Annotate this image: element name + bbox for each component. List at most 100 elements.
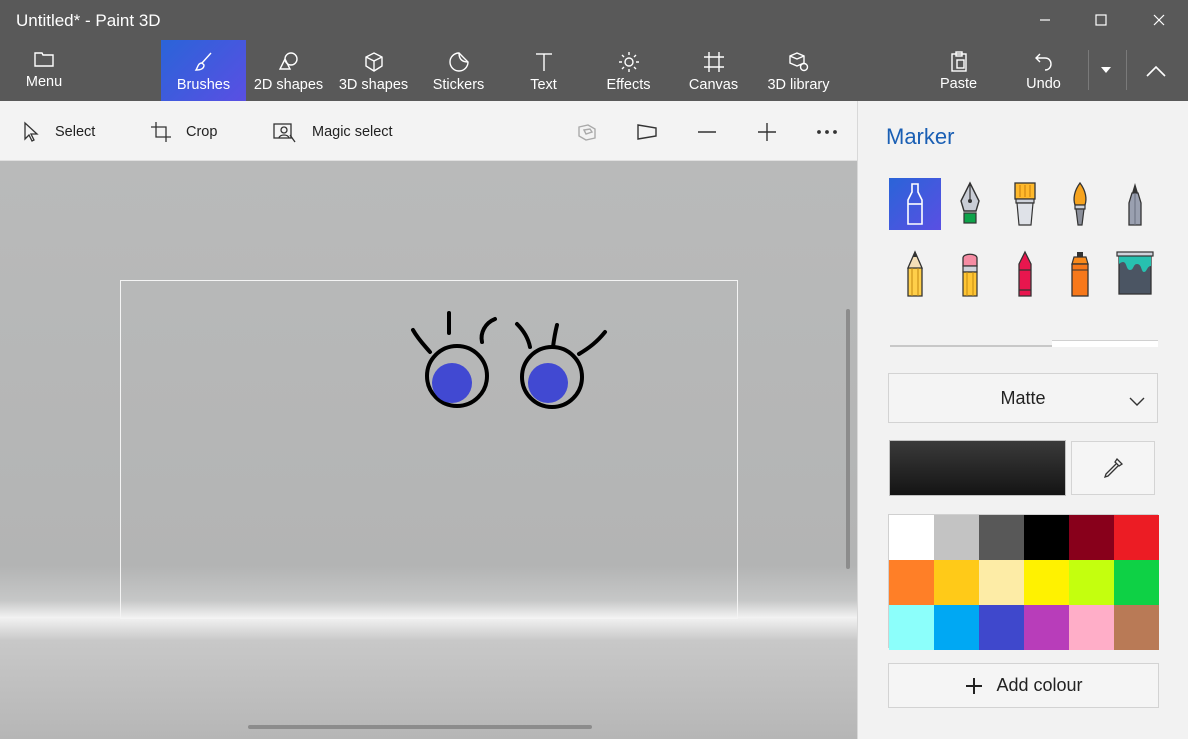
- right-eye-pupil: [528, 363, 568, 403]
- tab-3d-library[interactable]: 3D library: [756, 40, 841, 101]
- pencil-icon: [907, 250, 923, 297]
- 3d-view-icon: [578, 124, 596, 141]
- color-swatch[interactable]: [934, 560, 979, 605]
- tab-label: Brushes: [176, 77, 231, 93]
- minimize-button[interactable]: [1016, 0, 1074, 40]
- calligraphy-pen-brush[interactable]: [944, 178, 996, 230]
- tab-brushes[interactable]: Brushes: [161, 40, 246, 101]
- spray-can-brush[interactable]: [1054, 248, 1106, 300]
- eraser-icon: [962, 253, 978, 297]
- vertical-scrollbar[interactable]: [846, 309, 850, 569]
- select-arrow-icon: [24, 121, 39, 142]
- maximize-button[interactable]: [1072, 0, 1130, 40]
- menu-button[interactable]: Menu: [0, 40, 88, 101]
- watercolor-brush[interactable]: [1054, 178, 1106, 230]
- tab-canvas[interactable]: Canvas: [671, 40, 756, 101]
- lash-stroke: [515, 322, 532, 349]
- 3d-view-button[interactable]: [574, 119, 600, 145]
- pixel-pen-icon: [1128, 183, 1142, 226]
- chevron-up-icon: [1146, 65, 1166, 77]
- pencil-brush[interactable]: [889, 248, 941, 300]
- plus-icon: [966, 677, 983, 694]
- color-swatch[interactable]: [889, 605, 934, 650]
- canvas-icon: [703, 52, 724, 72]
- caret-down-icon: [1101, 67, 1111, 73]
- crayon-brush[interactable]: [999, 248, 1051, 300]
- workspace[interactable]: [0, 161, 857, 739]
- eraser-brush[interactable]: [944, 248, 996, 300]
- color-swatch[interactable]: [889, 560, 934, 605]
- color-swatch[interactable]: [934, 605, 979, 650]
- color-swatch[interactable]: [1069, 605, 1114, 650]
- tab-label: Stickers: [432, 77, 485, 93]
- perspective-button[interactable]: [634, 119, 660, 145]
- magic-select-icon: [273, 123, 296, 143]
- color-swatch[interactable]: [1069, 560, 1114, 605]
- left-eye-pupil: [432, 363, 472, 403]
- marker-brush[interactable]: [889, 178, 941, 230]
- tab-2d-shapes[interactable]: 2D shapes: [246, 40, 331, 101]
- brush-icon: [194, 52, 212, 71]
- current-color-swatch[interactable]: [889, 440, 1066, 496]
- sub-toolbar: Select Crop Magic select: [0, 101, 857, 161]
- oil-brush-icon: [1014, 182, 1036, 226]
- horizontal-scrollbar[interactable]: [248, 725, 592, 729]
- color-swatch[interactable]: [1024, 560, 1069, 605]
- slider-tab[interactable]: [1052, 340, 1158, 347]
- finish-dropdown[interactable]: Matte: [888, 373, 1158, 423]
- collapse-toolbar-button[interactable]: [1140, 58, 1172, 84]
- pixel-pen-brush[interactable]: [1109, 178, 1161, 230]
- eyedropper-button[interactable]: [1071, 441, 1155, 495]
- color-swatch[interactable]: [1024, 515, 1069, 560]
- add-colour-button[interactable]: Add colour: [888, 663, 1159, 708]
- minus-icon: [698, 131, 716, 133]
- color-swatch[interactable]: [979, 605, 1024, 650]
- tab-label: Canvas: [688, 77, 739, 93]
- add-colour-label: Add colour: [996, 675, 1083, 695]
- select-label: Select: [55, 124, 96, 140]
- more-options-button[interactable]: [814, 119, 840, 145]
- tab-effects[interactable]: Effects: [586, 40, 671, 101]
- paint-bucket-icon: [1116, 251, 1154, 295]
- crop-label: Crop: [186, 124, 218, 140]
- select-button[interactable]: Select: [21, 119, 95, 145]
- oil-brush[interactable]: [999, 178, 1051, 230]
- color-swatch[interactable]: [934, 515, 979, 560]
- color-swatch[interactable]: [979, 515, 1024, 560]
- calligraphy-pen-icon: [960, 181, 980, 224]
- close-icon: [1153, 14, 1165, 26]
- crop-button[interactable]: Crop: [150, 119, 217, 145]
- tab-stickers[interactable]: Stickers: [416, 40, 501, 101]
- undo-button[interactable]: Undo: [1001, 40, 1086, 101]
- undo-dropdown-button[interactable]: [1094, 60, 1118, 80]
- color-swatch[interactable]: [1024, 605, 1069, 650]
- top-bar: Untitled* - Paint 3D Menu Brushes 2D sha…: [0, 0, 1188, 101]
- perspective-icon: [637, 124, 657, 140]
- zoom-out-button[interactable]: [694, 119, 720, 145]
- tab-3d-shapes[interactable]: 3D shapes: [331, 40, 416, 101]
- zoom-in-button[interactable]: [754, 119, 780, 145]
- color-swatch[interactable]: [979, 560, 1024, 605]
- tab-text[interactable]: Text: [501, 40, 586, 101]
- color-swatch[interactable]: [1114, 560, 1159, 605]
- color-swatch[interactable]: [889, 515, 934, 560]
- color-swatch[interactable]: [1114, 605, 1159, 650]
- magic-select-label: Magic select: [312, 124, 393, 140]
- watercolor-icon: [1073, 181, 1087, 226]
- 2d-shapes-icon: [278, 52, 298, 70]
- finish-dropdown-value: Matte: [1000, 387, 1046, 408]
- fill-brush[interactable]: [1109, 248, 1161, 300]
- color-swatch[interactable]: [1069, 515, 1114, 560]
- magic-select-button[interactable]: Magic select: [272, 119, 393, 145]
- color-swatch[interactable]: [1114, 515, 1159, 560]
- lash-stroke: [479, 317, 497, 344]
- 3d-library-icon: [788, 52, 808, 72]
- folder-icon: [34, 52, 54, 67]
- close-button[interactable]: [1130, 0, 1188, 40]
- lash-stroke: [411, 328, 432, 354]
- marker-icon: [907, 183, 923, 225]
- paste-button[interactable]: Paste: [916, 40, 1001, 101]
- undo-label: Undo: [1026, 76, 1061, 92]
- maximize-icon: [1095, 14, 1107, 26]
- tab-label: Text: [530, 77, 557, 93]
